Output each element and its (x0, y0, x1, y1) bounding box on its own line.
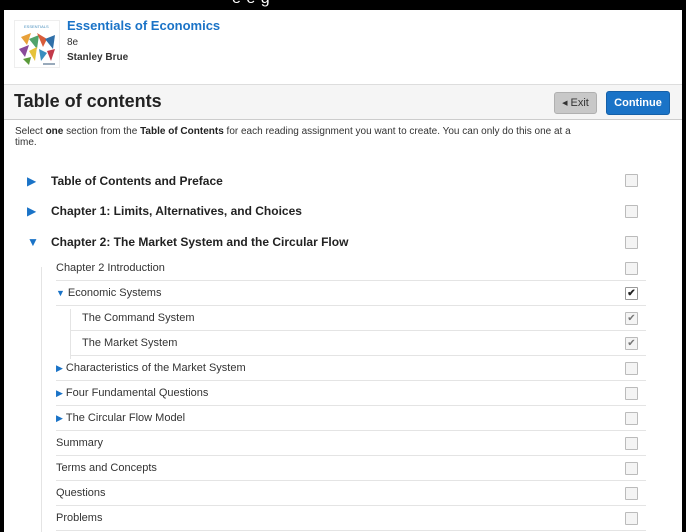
book-edition: 8e (67, 37, 79, 48)
expand-arrow-icon[interactable]: ▶ (27, 174, 51, 188)
instructions-emphasis-toc: Table of Contents (140, 126, 224, 137)
instructions-emphasis-one: one (45, 126, 64, 137)
top-clipped-text: e e g (232, 0, 270, 8)
section-label: Chapter 2 Introduction (56, 262, 165, 274)
subsection-checkbox-disabled: ✔ (625, 337, 638, 350)
toc-section-row[interactable]: ▶ The Circular Flow Model (56, 406, 646, 431)
toc-section-row[interactable]: ▶ Four Fundamental Questions (56, 381, 646, 406)
toc-section-row[interactable]: Questions (56, 481, 646, 506)
toc-section-row[interactable]: Terms and Concepts (56, 456, 646, 481)
expand-arrow-icon[interactable]: ▶ (56, 363, 63, 374)
section-indent-guide (41, 267, 42, 532)
expand-arrow-icon[interactable]: ▶ (56, 388, 63, 399)
expand-arrow-icon[interactable]: ▶ (27, 204, 51, 218)
section-checkbox[interactable] (625, 487, 638, 500)
section-checkbox[interactable] (625, 462, 638, 475)
toc-section-row[interactable]: ▼ Economic Systems (56, 281, 646, 306)
section-checkbox[interactable] (625, 437, 638, 450)
subsection-label: The Market System (82, 337, 178, 349)
exit-button-label: Exit (570, 97, 589, 109)
chapter-checkbox[interactable] (625, 205, 638, 218)
section-label: Economic Systems (67, 287, 162, 299)
toc-section-row[interactable]: Chapter 2 Introduction (56, 256, 646, 281)
instructions-part: Select (15, 126, 46, 137)
subsection-label: The Command System (82, 312, 195, 324)
section-checkbox-checked[interactable]: ✔ (625, 287, 638, 300)
toc-header: Table of contents ◀ Exit Continue (4, 84, 682, 120)
section-checkbox[interactable] (625, 362, 638, 375)
toc-chapter-row[interactable]: ▼ Chapter 2: The Market System and the C… (27, 228, 647, 256)
chapter-checkbox[interactable] (625, 174, 638, 187)
toc-section-row[interactable]: ▶ Characteristics of the Market System (56, 356, 646, 381)
top-strip: e e g (0, 0, 686, 10)
chapter-label: Table of Contents and Preface (51, 174, 223, 188)
book-cover-image: ESSENTIALS (14, 20, 60, 68)
subsection-checkbox-disabled: ✔ (625, 312, 638, 325)
section-label: Summary (56, 437, 104, 449)
chapter-label: Chapter 1: Limits, Alternatives, and Cho… (51, 204, 302, 218)
page-title: Table of contents (14, 91, 162, 111)
page-frame: ESSENTIALS Essentials of Economics 8e St… (4, 10, 682, 532)
collapse-arrow-icon[interactable]: ▼ (27, 235, 51, 249)
section-checkbox[interactable] (625, 412, 638, 425)
chapter-checkbox[interactable] (625, 236, 638, 249)
book-info: ESSENTIALS Essentials of Economics 8e St… (4, 10, 682, 72)
toc-chapter-row[interactable]: ▶ Chapter 1: Limits, Alternatives, and C… (27, 197, 647, 225)
toc-chapter-row[interactable]: ▶ Table of Contents and Preface (27, 167, 647, 195)
book-title-link[interactable]: Essentials of Economics (67, 18, 220, 33)
toc-section-row[interactable]: Summary (56, 431, 646, 456)
section-checkbox[interactable] (625, 262, 638, 275)
section-checkbox[interactable] (625, 512, 638, 525)
book-author: Stanley Brue (67, 52, 129, 63)
continue-button[interactable]: Continue (606, 91, 670, 115)
instructions-text: Select one section from the Table of Con… (15, 126, 575, 148)
section-label: The Circular Flow Model (65, 412, 186, 424)
caret-left-icon: ◀ (562, 100, 568, 107)
section-label: Questions (56, 487, 106, 499)
section-checkbox[interactable] (625, 387, 638, 400)
section-label: Terms and Concepts (56, 462, 157, 474)
exit-button[interactable]: ◀ Exit (554, 92, 597, 114)
chapter-label: Chapter 2: The Market System and the Cir… (51, 235, 349, 249)
collapse-arrow-icon[interactable]: ▼ (56, 288, 65, 298)
toc-section-row[interactable]: Problems (56, 506, 646, 531)
toc-subsection-row: The Command System (70, 306, 646, 331)
toc-subsection-row: The Market System (70, 331, 646, 356)
section-label: Characteristics of the Market System (65, 362, 246, 374)
section-label: Problems (56, 512, 103, 524)
section-label: Four Fundamental Questions (65, 387, 209, 399)
expand-arrow-icon[interactable]: ▶ (56, 413, 63, 424)
instructions-part: section from the (63, 126, 141, 137)
